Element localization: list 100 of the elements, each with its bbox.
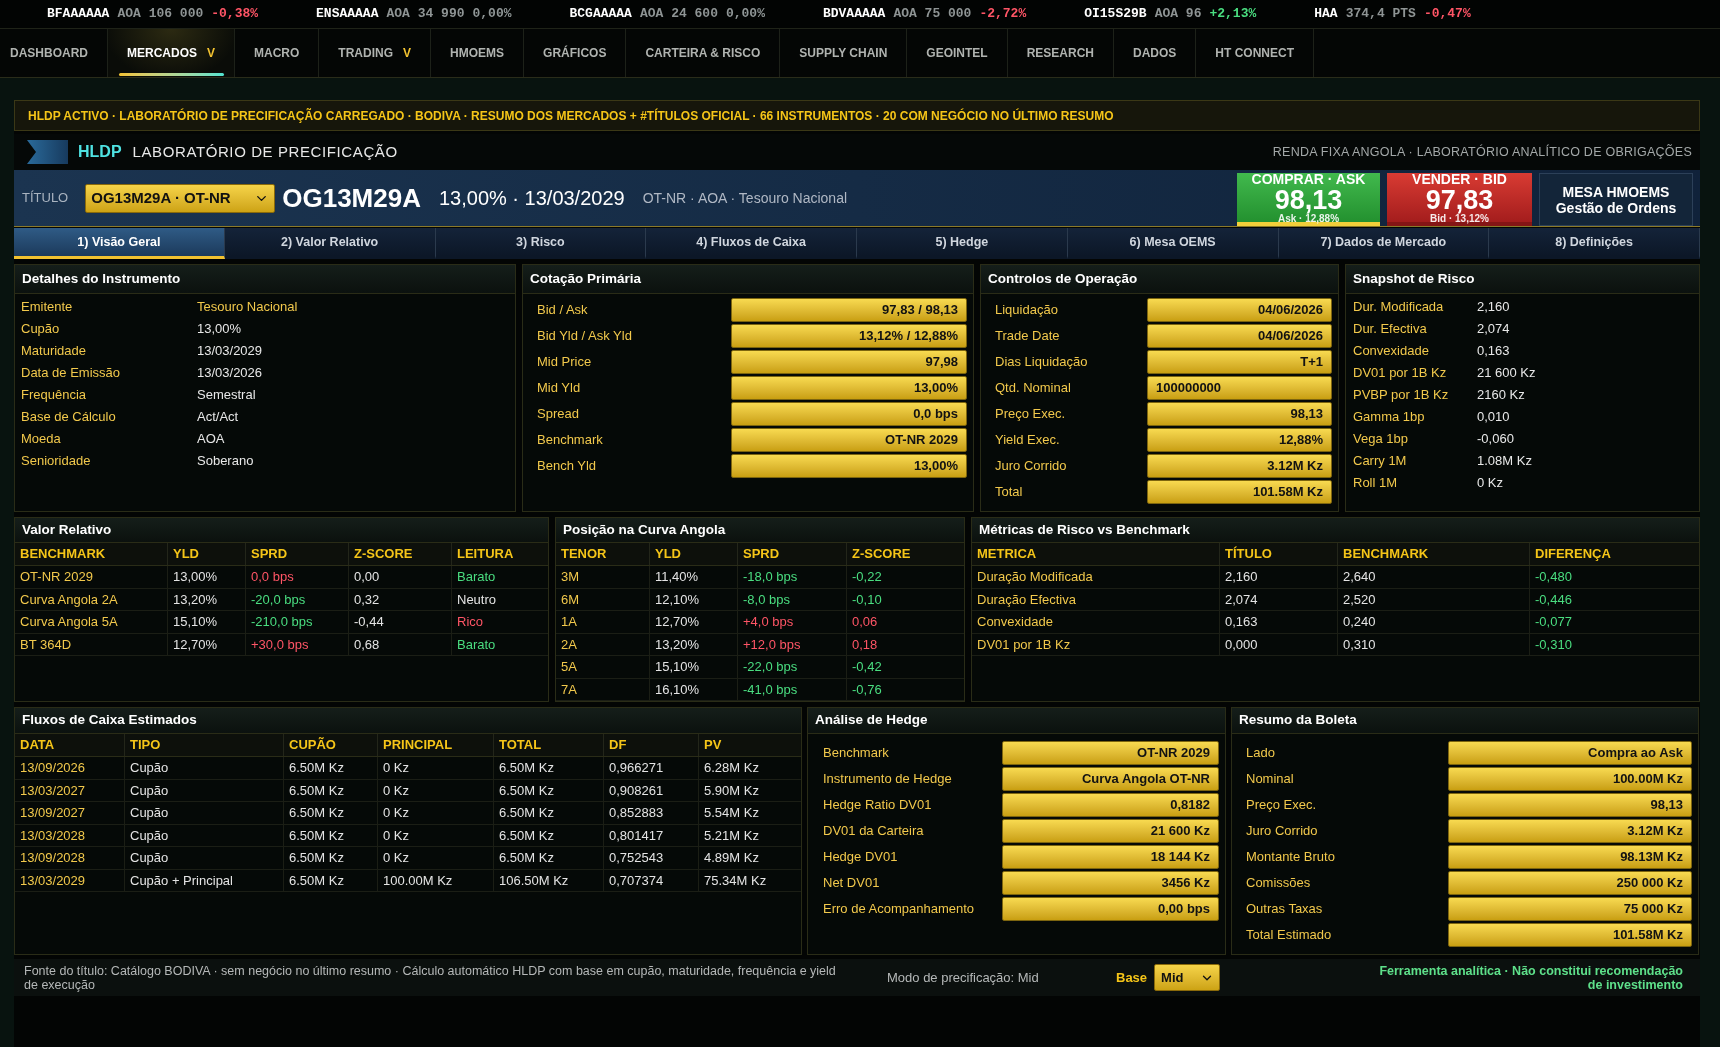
nav-tab[interactable]: GEOINTEL: [907, 29, 1008, 77]
field-label: Net DV01: [823, 874, 881, 893]
ticker-price: 374,4 PTS: [1345, 5, 1416, 24]
section-tab[interactable]: 6) Mesa OEMS: [1067, 228, 1279, 259]
nav-tab[interactable]: DADOS: [1114, 29, 1197, 77]
nav-tab[interactable]: MACRO: [235, 29, 320, 77]
ticker-change: 0,00%: [472, 5, 512, 24]
source-note: Fonte do título: Catálogo BODIVA · sem negócio no último resumo · Cálculo automático HLDP com base em cupão, maturidade, frequência e yield de execução: [24, 963, 837, 992]
readout-field: 0,8182: [1002, 793, 1219, 817]
section-tab[interactable]: 5) Hedge: [857, 228, 1068, 259]
column-header: Z-SCORE: [349, 543, 452, 565]
readout-field[interactable]: 12,88%: [1147, 428, 1332, 452]
table-cell: 0,707374: [604, 869, 699, 891]
column-header: METRICA: [972, 543, 1220, 565]
column-header: DIFERENÇA: [1534, 545, 1612, 564]
field-value: 2160 Kz: [1477, 386, 1525, 405]
field-label: Mid Yld: [537, 379, 582, 398]
column-header: TÍTULO: [1220, 543, 1338, 565]
readout-field[interactable]: 3.12M Kz: [1147, 454, 1332, 478]
field-value: Act/Act: [197, 408, 239, 427]
input-field[interactable]: 100000000: [1147, 376, 1332, 400]
field-label: Benchmark: [823, 744, 890, 763]
table-cell-text: -0,446: [1534, 590, 1573, 609]
table-cell: 16,10%: [650, 678, 738, 700]
table-cell: 13,00%: [168, 566, 246, 588]
nav-tab[interactable]: HMOEMS: [431, 29, 525, 77]
table-cell-text: -0,22: [851, 568, 883, 586]
order-desk-button[interactable]: MESA HMOEMS Gestão de Ordens: [1539, 173, 1693, 226]
section-tab[interactable]: 8) Definições: [1489, 228, 1700, 259]
nav-tab[interactable]: HT CONNECT: [1196, 29, 1314, 77]
readout-field[interactable]: 98,13: [1147, 402, 1332, 426]
panel-title: Snapshot de Risco: [1353, 269, 1475, 288]
nav-tab[interactable]: RESEARCH: [1007, 29, 1114, 77]
column-header: TIPO: [125, 734, 284, 756]
readout-field[interactable]: T+1: [1147, 350, 1332, 374]
base-select[interactable]: Mid: [1154, 964, 1221, 991]
field-label: Trade Date: [995, 327, 1061, 346]
table-cell: 13/03/2028: [15, 824, 125, 846]
table-cell: 2,640: [1338, 566, 1530, 588]
field-label: Total Estimado: [1246, 926, 1333, 945]
readout-field: 13,00%: [731, 376, 967, 400]
field-value: AOA: [197, 430, 225, 449]
ticker-change: -0,47%: [1423, 5, 1471, 24]
field-label: Juro Corrido: [995, 457, 1068, 476]
field-value: Soberano: [197, 452, 254, 471]
instrument-select[interactable]: OG13M29A · OT-NR: [85, 183, 276, 213]
section-tab[interactable]: 4) Fluxos de Caixa: [646, 228, 857, 259]
field-label: Yield Exec.: [995, 431, 1061, 450]
table-cell: 12,70%: [650, 611, 738, 633]
table-cell: BT 364D: [15, 633, 168, 655]
readout-field[interactable]: 04/06/2026: [1147, 324, 1332, 348]
table-cell: 13,20%: [650, 633, 738, 655]
nav-tab[interactable]: GRÁFICOS: [524, 29, 627, 77]
section-tab[interactable]: 3) Risco: [435, 228, 647, 259]
nav-tab[interactable]: CARTEIRA & RISCO: [626, 29, 781, 77]
table-cell: 0,310: [1338, 633, 1530, 655]
panel-title: Fluxos de Caixa Estimados: [22, 711, 197, 730]
table-cell: Convexidade: [972, 611, 1220, 633]
section-tab[interactable]: 2) Valor Relativo: [224, 228, 436, 259]
readout-field: 13,00%: [731, 454, 967, 478]
readout-field[interactable]: 04/06/2026: [1147, 298, 1332, 322]
section-tab[interactable]: 1) Visão Geral: [14, 228, 225, 259]
table-cell: 0,0 bps: [246, 566, 349, 588]
table-cell: Cupão: [125, 779, 284, 801]
buy-ask-button[interactable]: COMPRAR · ASK 98,13 Ask · 12,88%: [1237, 173, 1380, 226]
field-label: Dur. Modificada: [1353, 298, 1445, 317]
field-label: Bid / Ask: [537, 301, 589, 320]
readout-field: 100.00M Kz: [1448, 767, 1692, 791]
field-label: Convexidade: [1353, 342, 1430, 361]
field-label: Liquidação: [995, 301, 1059, 320]
field-label: Lado: [1246, 744, 1276, 763]
ticker-price: AOA 24 600: [639, 5, 718, 24]
status-banner: HLDP ACTIVO · LABORATÓRIO DE PRECIFICAÇÃO CARREGADO · BODIVA · RESUMO DOS MERCADOS + #TÍTULOS OFICIAL · 66 INSTRUMENTOS · 20 COM NEGÓCIO NO ÚLTIMO RESUMO: [14, 100, 1700, 131]
readout-field: 3456 Kz: [1002, 871, 1219, 895]
readout-field: 98.13M Kz: [1448, 845, 1692, 869]
table-cell: 11,40%: [650, 566, 738, 588]
table-cell-text: 0,06: [851, 613, 879, 631]
field-label: Instrumento de Hedge: [823, 770, 953, 789]
table-cell-text: 75.34M Kz: [703, 871, 768, 890]
table-cell-text: Neutro: [456, 590, 498, 609]
readout-field: Curva Angola OT-NR: [1002, 767, 1219, 791]
readout-field[interactable]: 101.58M Kz: [1147, 480, 1332, 504]
table-cell: 0 Kz: [378, 757, 494, 779]
field-label: Vega 1bp: [1353, 430, 1409, 449]
section-tab[interactable]: 7) Dados de Mercado: [1278, 228, 1490, 259]
table-cell: 0,000: [1220, 633, 1338, 655]
nav-tab[interactable]: MERCADOS V: [108, 29, 236, 77]
nav-tab[interactable]: TRADING V: [319, 29, 432, 77]
field-label: Dias Liquidação: [995, 353, 1089, 372]
nav-tab[interactable]: SUPPLY CHAIN: [780, 29, 908, 77]
table-cell: -22,0 bps: [738, 656, 847, 678]
table-cell: 6.50M Kz: [284, 869, 378, 891]
panel-title: Análise de Hedge: [815, 711, 928, 730]
table-cell: 0,966271: [604, 757, 699, 779]
sell-bid-button[interactable]: VENDER · BID 97,83 Bid · 13,12%: [1387, 173, 1532, 226]
table-cell-text: -0,10: [851, 590, 883, 609]
flag-icon: [27, 140, 68, 164]
column-header: LEITURA: [456, 545, 515, 564]
table-cell: 0 Kz: [378, 847, 494, 869]
field-label: DV01 da Carteira: [823, 822, 925, 841]
